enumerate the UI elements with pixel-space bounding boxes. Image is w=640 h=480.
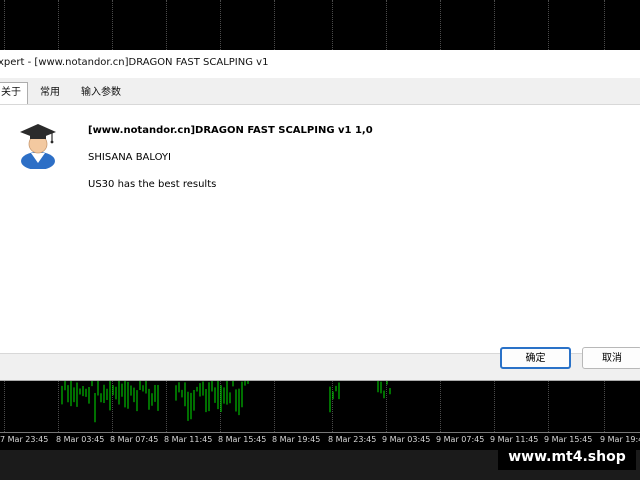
time-tick-label: 8 Mar 15:45	[218, 435, 267, 444]
ok-button[interactable]: 确定	[500, 347, 571, 369]
ea-description: US30 has the best results	[88, 179, 217, 190]
time-tick-label: 8 Mar 07:45	[110, 435, 159, 444]
time-tick-label: 9 Mar 19:45	[600, 435, 640, 444]
time-tick-label: 8 Mar 03:45	[56, 435, 105, 444]
tab-common[interactable]: 常用	[34, 83, 66, 103]
dialog-titlebar[interactable]: xpert - [www.notandor.cn]DRAGON FAST SCA…	[0, 50, 640, 78]
candlestick-series	[61, 378, 391, 423]
time-tick-label: 7 Mar 23:45	[0, 435, 49, 444]
graduate-user-icon	[20, 124, 56, 169]
dialog-tabs: 关于 常用 输入参数	[0, 82, 640, 105]
time-tick-label: 8 Mar 23:45	[328, 435, 377, 444]
time-tick-label: 9 Mar 11:45	[490, 435, 539, 444]
tab-inputs[interactable]: 输入参数	[75, 83, 127, 103]
ea-name: [www.notandor.cn]DRAGON FAST SCALPING v1…	[88, 125, 373, 136]
about-panel: [www.notandor.cn]DRAGON FAST SCALPING v1…	[0, 104, 640, 354]
dialog-title: xpert - [www.notandor.cn]DRAGON FAST SCA…	[0, 57, 269, 68]
time-tick-label: 8 Mar 19:45	[272, 435, 321, 444]
time-tick-label: 8 Mar 11:45	[164, 435, 213, 444]
cancel-button[interactable]: 取消	[582, 347, 640, 369]
time-tick-label: 9 Mar 15:45	[544, 435, 593, 444]
time-tick-label: 9 Mar 03:45	[382, 435, 431, 444]
time-tick-label: 9 Mar 07:45	[436, 435, 485, 444]
expert-properties-dialog: xpert - [www.notandor.cn]DRAGON FAST SCA…	[0, 50, 640, 381]
tab-about[interactable]: 关于	[0, 82, 28, 104]
ea-author: SHISANA BALOYI	[88, 152, 171, 163]
watermark: www.mt4.shop	[498, 444, 636, 470]
